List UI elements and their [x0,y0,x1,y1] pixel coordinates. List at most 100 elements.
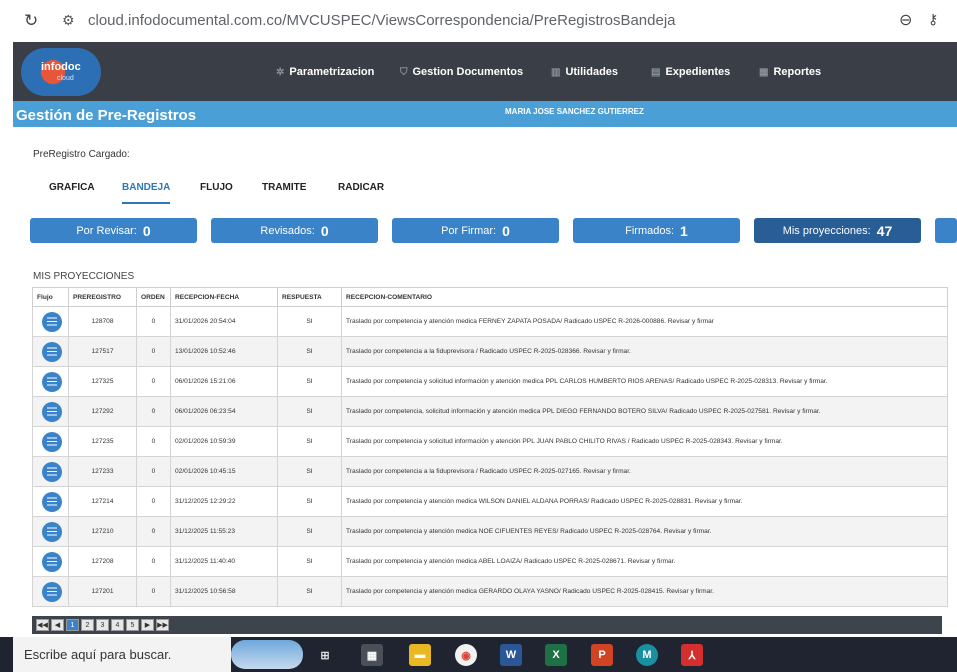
fecha-cell: 31/12/2025 11:40:40 [170,546,278,577]
respuesta-cell: SI [277,456,342,487]
preregistro-cell: 127325 [68,366,137,397]
preregistro-cell: 128708 [68,306,137,337]
tab-flujo[interactable]: FLUJO [200,182,233,204]
col-respuesta[interactable]: RESPUESTA [277,287,342,307]
counter-mis-proyecciones[interactable]: Mis proyecciones: 47 [754,218,921,243]
excel-icon[interactable]: X [545,644,567,666]
col-orden[interactable]: ORDEN [136,287,171,307]
counter-more[interactable] [935,218,957,243]
counter-label: Revisados: [260,224,315,237]
col-preregistro[interactable]: PREREGISTRO [68,287,137,307]
nav-label: Gestion Documentos [412,66,524,78]
user-name: MARIA JOSE SANCHEZ GUTIERREZ [505,107,644,116]
powerpoint-icon[interactable]: P [591,644,613,666]
table-row[interactable]: 127208 0 31/12/2025 11:40:40 SI Traslado por… [32,546,948,577]
tab-grafica[interactable]: GRAFICA [49,182,95,204]
table-row[interactable]: 127210 0 31/12/2025 11:55:23 SI Traslado por… [32,516,948,547]
nav-gestion-documentos[interactable]: ⛉ Gestion Documentos [400,66,523,78]
col-flujo[interactable]: Flujo [32,287,69,307]
flow-list-icon[interactable] [42,341,62,362]
chrome-icon[interactable]: ◉ [455,644,477,666]
flow-list-icon[interactable] [42,401,62,422]
col-recepcion-comentario[interactable]: RECEPCION-COMENTARIO [341,287,948,307]
pager: ◀◀ ◀ 1 2 3 4 5 ▶ ▶▶ [32,616,942,634]
chrome-profile-icon[interactable]: M [636,644,658,666]
counter-por-firmar[interactable]: Por Firmar: 0 [392,218,559,243]
app-logo[interactable]: infodoc cloud [21,48,101,96]
comentario-cell: Traslado por competencia y atención medi… [341,516,948,547]
flow-list-icon[interactable] [42,461,62,482]
tab-tramite[interactable]: TRAMITE [262,182,306,204]
flow-list-icon[interactable] [42,311,62,332]
preregistro-cell: 127208 [68,546,137,577]
flow-list-icon[interactable] [42,551,62,572]
comentario-cell: Traslado por competencia y solicitud inf… [341,426,948,457]
pager-page-1[interactable]: 1 [66,619,79,631]
nav-label: Expedientes [665,66,731,78]
fecha-cell: 02/01/2026 10:45:15 [170,456,278,487]
zoom-icon[interactable]: ⊖ [899,10,912,30]
fecha-cell: 06/01/2026 15:21:06 [170,366,278,397]
task-view-icon[interactable]: ⊞ [314,644,336,666]
comentario-cell: Traslado por competencia a la fiduprevis… [341,456,948,487]
table-row[interactable]: 127201 0 31/12/2025 10:56:58 SI Traslado por… [32,576,948,607]
pager-page-5[interactable]: 5 [126,619,139,631]
table-row[interactable]: 127517 0 13/01/2026 10:52:46 SI Traslado por… [32,336,948,367]
nav-expedientes[interactable]: ▤ Expedientes [651,66,730,78]
fecha-cell: 06/01/2026 06:23:54 [170,396,278,427]
address-bar[interactable]: cloud.infodocumental.com.co/MVCUSPEC/Vie… [88,12,676,29]
table-row[interactable]: 127214 0 31/12/2025 12:29:22 SI Traslado por… [32,486,948,517]
nav-label: Parametrizacion [289,66,375,78]
flow-list-icon[interactable] [42,431,62,452]
logo-text: infodoc [41,61,81,73]
pager-first-button[interactable]: ◀◀ [36,619,49,631]
table-row[interactable]: 128708 0 31/01/2026 20:54:04 SI Traslado por… [32,306,948,337]
nav-reportes[interactable]: ▦ Reportes [759,66,821,78]
search-highlight-image[interactable] [231,640,303,669]
preregistro-cell: 127210 [68,516,137,547]
counter-revisados[interactable]: Revisados: 0 [211,218,378,243]
flow-list-icon[interactable] [42,371,62,392]
reload-icon[interactable]: ↻ [24,11,38,31]
table-row[interactable]: 127325 0 06/01/2026 15:21:06 SI Traslado por… [32,366,948,397]
flow-list-icon[interactable] [42,491,62,512]
flow-list-icon[interactable] [42,521,62,542]
orden-cell: 0 [136,306,171,337]
counter-por-revisar[interactable]: Por Revisar: 0 [30,218,197,243]
main-content: PreRegistro Cargado: GRAFICA BANDEJA FLU… [13,127,957,637]
word-icon[interactable]: W [500,644,522,666]
tab-radicar[interactable]: RADICAR [338,182,384,204]
taskbar-search-input[interactable]: Escribe aquí para buscar. [13,637,231,672]
pager-page-4[interactable]: 4 [111,619,124,631]
pager-page-2[interactable]: 2 [81,619,94,631]
orden-cell: 0 [136,546,171,577]
key-icon[interactable]: ⚷ [928,11,938,28]
col-recepcion-fecha[interactable]: RECEPCION-FECHA [170,287,278,307]
site-settings-icon[interactable]: ⚙ [62,12,75,29]
fecha-cell: 31/01/2026 20:54:04 [170,306,278,337]
report-icon: ▦ [759,66,769,78]
orden-cell: 0 [136,396,171,427]
preregistro-cell: 127233 [68,456,137,487]
tab-bandeja[interactable]: BANDEJA [122,182,171,204]
pdf-icon[interactable]: ⅄ [681,644,703,666]
nav-parametrizacion[interactable]: ✲ Parametrizacion [276,66,374,78]
flujo-cell [32,426,69,457]
calculator-icon[interactable]: ▦ [361,644,383,666]
flujo-cell [32,366,69,397]
pager-prev-button[interactable]: ◀ [51,619,64,631]
table-row[interactable]: 127233 0 02/01/2026 10:45:15 SI Traslado por… [32,456,948,487]
pager-next-button[interactable]: ▶ [141,619,154,631]
browser-bar: ↻ ⚙ cloud.infodocumental.com.co/MVCUSPEC… [0,0,957,42]
table-row[interactable]: 127235 0 02/01/2026 10:59:39 SI Traslado por… [32,426,948,457]
table-row[interactable]: 127292 0 06/01/2026 06:23:54 SI Traslado por… [32,396,948,427]
nav-utilidades[interactable]: ▥ Utilidades [551,66,618,78]
file-explorer-icon[interactable]: ▬ [409,644,431,666]
pager-page-3[interactable]: 3 [96,619,109,631]
flow-list-icon[interactable] [42,581,62,602]
page-title: Gestión de Pre-Registros [16,107,197,124]
respuesta-cell: SI [277,396,342,427]
counter-firmados[interactable]: Firmados: 1 [573,218,740,243]
orden-cell: 0 [136,516,171,547]
pager-last-button[interactable]: ▶▶ [156,619,169,631]
